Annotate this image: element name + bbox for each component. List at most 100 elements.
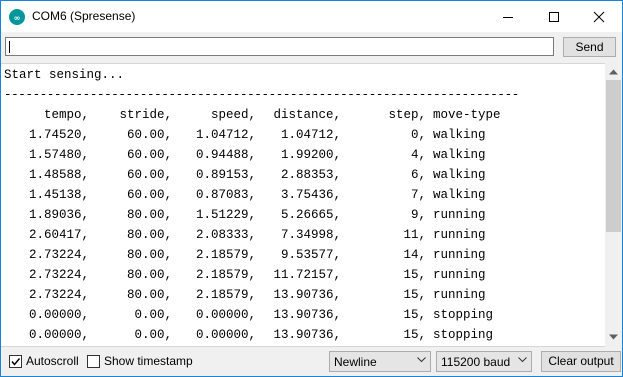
cell-stride: 0.00,	[134, 328, 172, 342]
cell-distance: 9.53577,	[280, 248, 341, 262]
cell-tempo: 0.00000,	[28, 308, 89, 322]
cell-distance: 13.90736,	[273, 328, 341, 342]
show-timestamp-label[interactable]: Show timestamp	[104, 354, 193, 368]
cell-step: 7,	[410, 188, 426, 202]
col-distance: distance,	[273, 108, 341, 122]
cell-speed: 2.18579,	[195, 268, 256, 282]
cell-distance: 2.88353,	[280, 168, 341, 182]
cell-distance: 5.26665,	[280, 208, 341, 222]
minimize-icon	[503, 16, 513, 18]
cell-speed: 0.00000,	[195, 328, 256, 342]
scroll-up-arrow-icon[interactable]	[605, 63, 622, 80]
cell-stride: 80.00,	[126, 268, 172, 282]
show-timestamp-checkbox[interactable]	[87, 355, 100, 368]
col-stride: stride,	[119, 108, 172, 122]
window-title: COM6 (Spresense)	[32, 9, 136, 23]
autoscroll-checkbox[interactable]	[9, 355, 22, 368]
cell-stride: 60.00,	[126, 168, 172, 182]
line-ending-value: Newline	[334, 355, 377, 369]
bottom-bar: Autoscroll Show timestamp Newline 115200…	[1, 346, 622, 376]
scroll-thumb[interactable]	[606, 80, 621, 232]
cell-step: 14,	[403, 248, 426, 262]
baud-rate-value: 115200 baud	[441, 355, 511, 369]
table-row: 2.73224, 80.00, 2.18579, 13.90736, 15, runnin…	[4, 285, 511, 305]
cell-step: 11,	[403, 228, 426, 242]
cell-tempo: 1.48588,	[28, 168, 89, 182]
cell-speed: 0.87083,	[195, 188, 256, 202]
start-line: Start sensing...	[4, 68, 125, 82]
cell-move-type: running	[433, 208, 486, 222]
chevron-down-icon	[518, 357, 527, 363]
serial-output[interactable]: Start sensing... -----------------------…	[1, 63, 605, 347]
send-button[interactable]: Send	[563, 37, 616, 57]
table-row: 1.57480, 60.00, 0.94488, 1.99200, 4, walking	[4, 145, 511, 165]
svg-text:∞: ∞	[14, 14, 21, 23]
table-row: 2.73224, 80.00, 2.18579, 11.72157, 15, runnin…	[4, 265, 511, 285]
cell-step: 15,	[403, 328, 426, 342]
cell-stride: 80.00,	[126, 248, 172, 262]
cell-move-type: running	[433, 268, 486, 282]
maximize-button[interactable]	[531, 1, 577, 32]
chevron-down-icon	[417, 357, 426, 363]
cell-stride: 80.00,	[126, 208, 172, 222]
cell-step: 0,	[410, 128, 426, 142]
scroll-down-arrow-icon[interactable]	[605, 328, 622, 345]
cell-step: 4,	[410, 148, 426, 162]
cell-tempo: 2.73224,	[28, 268, 89, 282]
vertical-scrollbar[interactable]	[605, 63, 622, 345]
cell-tempo: 1.57480,	[28, 148, 89, 162]
cell-distance: 13.90736,	[273, 308, 341, 322]
cell-distance: 1.99200,	[280, 148, 341, 162]
table-row: 0.00000, 0.00, 0.00000, 13.90736, 15, stoppin…	[4, 325, 511, 345]
close-icon	[593, 11, 605, 22]
cell-tempo: 2.73224,	[28, 248, 89, 262]
table-row: 1.48588, 60.00, 0.89153, 2.88353, 6, walking	[4, 165, 511, 185]
text-caret	[9, 41, 10, 53]
table-row: 2.60417, 80.00, 2.08333, 7.34998, 11, running	[4, 225, 511, 245]
maximize-icon	[549, 11, 559, 22]
separator-line: ----------------------------------------…	[4, 88, 519, 102]
send-input[interactable]	[5, 37, 554, 56]
header-row: tempo, stride, speed, distance, step, mo…	[4, 105, 511, 125]
data-table: tempo, stride, speed, distance, step, mo…	[4, 105, 511, 345]
table-row: 0.00000, 0.00, 0.00000, 13.90736, 15, stoppin…	[4, 305, 511, 325]
cell-speed: 0.00000,	[195, 308, 256, 322]
cell-distance: 1.04712,	[280, 128, 341, 142]
cell-tempo: 0.00000,	[28, 328, 89, 342]
title-bar[interactable]: ∞ COM6 (Spresense)	[1, 1, 622, 32]
cell-step: 15,	[403, 268, 426, 282]
cell-distance: 11.72157,	[273, 268, 341, 282]
line-ending-select[interactable]: Newline	[329, 351, 431, 372]
cell-distance: 3.75436,	[280, 188, 341, 202]
arduino-icon: ∞	[9, 9, 25, 25]
cell-stride: 60.00,	[126, 188, 172, 202]
cell-step: 6,	[410, 168, 426, 182]
cell-move-type: walking	[433, 128, 486, 142]
cell-stride: 80.00,	[126, 228, 172, 242]
table-row: 1.74520, 60.00, 1.04712, 1.04712, 0, walking	[4, 125, 511, 145]
cell-move-type: running	[433, 248, 486, 262]
cell-move-type: walking	[433, 148, 486, 162]
col-speed: speed,	[210, 108, 256, 122]
cell-move-type: running	[433, 288, 486, 302]
autoscroll-label[interactable]: Autoscroll	[26, 354, 79, 368]
clear-output-button[interactable]: Clear output	[541, 351, 621, 372]
close-button[interactable]	[576, 1, 622, 32]
cell-tempo: 1.74520,	[28, 128, 89, 142]
cell-speed: 2.18579,	[195, 248, 256, 262]
minimize-button[interactable]	[485, 1, 531, 32]
serial-monitor-window: ∞ COM6 (Spresense) Send Start sensing...…	[0, 0, 623, 377]
baud-rate-select[interactable]: 115200 baud	[436, 351, 532, 372]
cell-tempo: 1.45138,	[28, 188, 89, 202]
cell-stride: 60.00,	[126, 128, 172, 142]
cell-step: 15,	[403, 308, 426, 322]
table-row: 1.89036, 80.00, 1.51229, 5.26665, 9, running	[4, 205, 511, 225]
cell-tempo: 2.60417,	[28, 228, 89, 242]
cell-tempo: 1.89036,	[28, 208, 89, 222]
checkmark-icon	[11, 358, 21, 366]
col-move-type: move-type	[433, 108, 501, 122]
cell-speed: 0.89153,	[195, 168, 256, 182]
cell-speed: 1.51229,	[195, 208, 256, 222]
cell-step: 15,	[403, 288, 426, 302]
col-tempo: tempo,	[43, 108, 89, 122]
